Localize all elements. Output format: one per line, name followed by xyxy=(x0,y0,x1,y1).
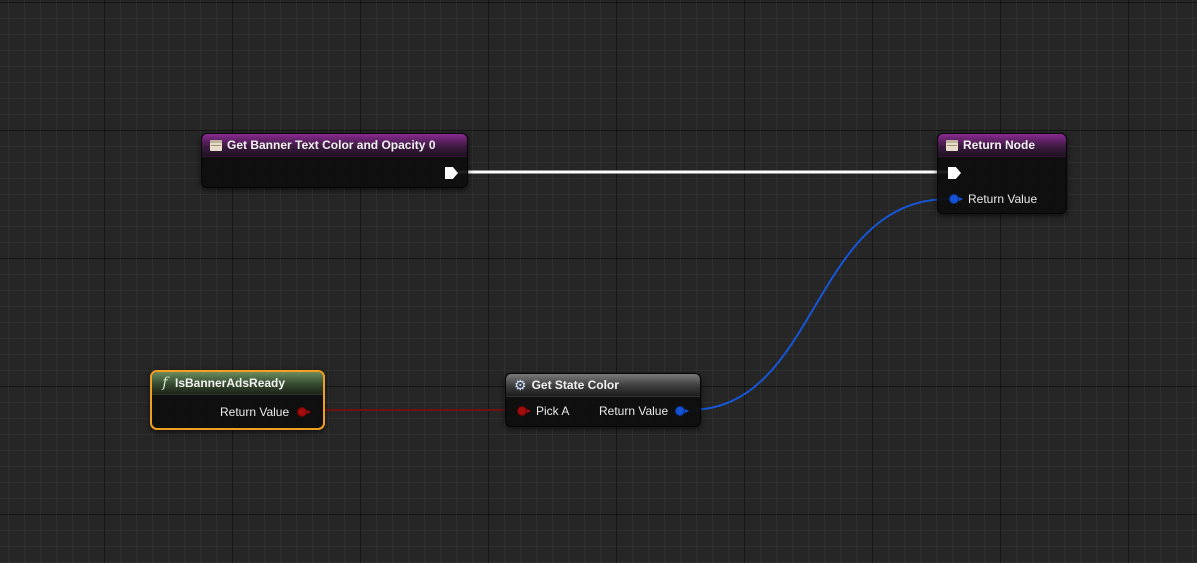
return-value-label: Return Value xyxy=(220,405,290,419)
return-value-label: Return Value xyxy=(599,404,669,418)
node-title: Return Node xyxy=(963,138,1035,152)
node-header: ⚙ Get State Color xyxy=(506,374,700,397)
node-title: IsBannerAdsReady xyxy=(175,376,286,390)
wires-layer xyxy=(309,170,950,411)
function-icon: f xyxy=(162,375,168,391)
node-header: Return Node xyxy=(938,134,1066,157)
pick-a-input-pin[interactable] xyxy=(517,406,531,416)
node-header: Get Banner Text Color and Opacity 0 xyxy=(202,134,467,157)
node-title: Get State Color xyxy=(531,378,619,392)
blueprint-graph-canvas[interactable]: Get Banner Text Color and Opacity 0 Retu… xyxy=(0,0,1197,563)
get-state-color-node[interactable]: ⚙ Get State Color Pick A Return Value xyxy=(505,373,701,427)
function-entry-node[interactable]: Get Banner Text Color and Opacity 0 xyxy=(201,133,468,188)
return-value-input-pin[interactable] xyxy=(949,194,963,204)
node-title: Get Banner Text Color and Opacity 0 xyxy=(227,138,436,152)
return-node[interactable]: Return Node Return Value xyxy=(937,133,1067,214)
function-return-icon xyxy=(946,139,958,151)
exec-output-pin[interactable] xyxy=(445,167,458,179)
exec-input-pin[interactable] xyxy=(948,167,961,179)
return-value-output-pin[interactable] xyxy=(675,406,689,416)
pick-a-label: Pick A xyxy=(536,404,570,418)
node-header: f IsBannerAdsReady xyxy=(152,372,323,395)
function-entry-icon xyxy=(210,139,222,151)
is-banner-ads-ready-node[interactable]: f IsBannerAdsReady Return Value xyxy=(150,370,325,430)
return-value-output-pin[interactable] xyxy=(297,407,311,417)
struct-wire xyxy=(688,198,950,411)
gear-icon: ⚙ xyxy=(514,376,527,393)
return-value-label: Return Value xyxy=(968,192,1038,206)
